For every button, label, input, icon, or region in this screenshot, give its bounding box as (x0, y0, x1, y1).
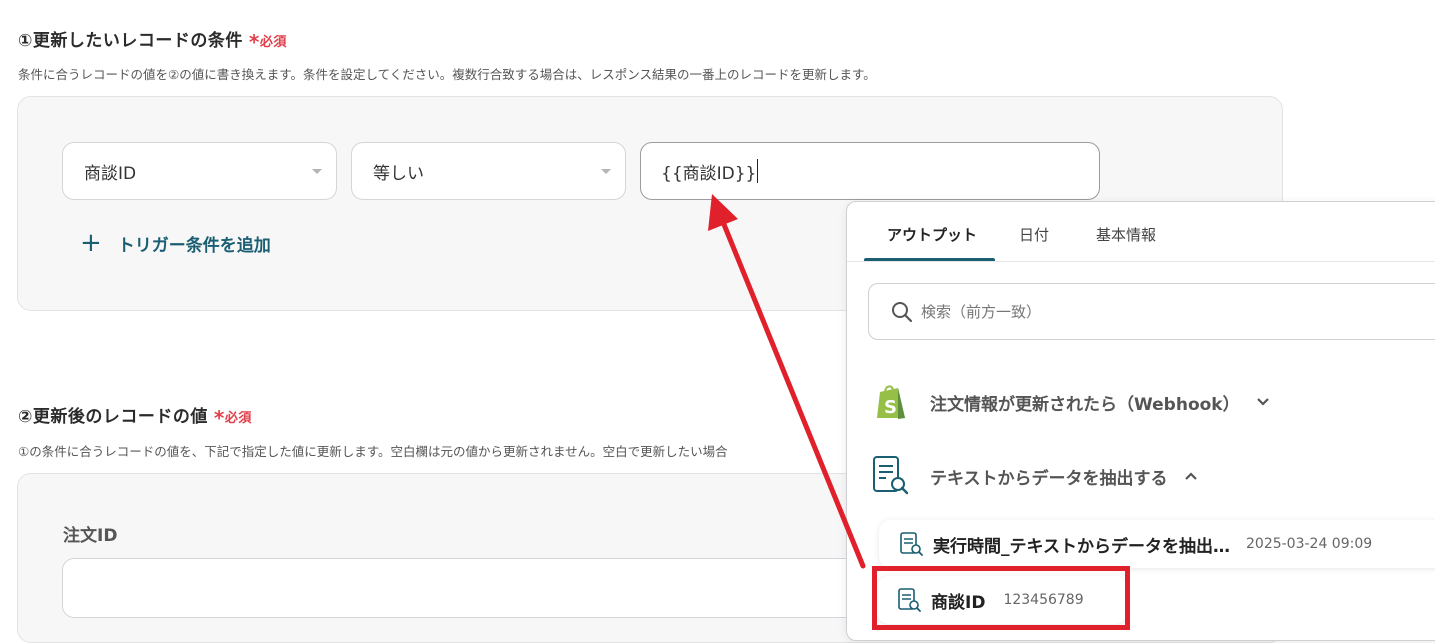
annotation-arrow (708, 194, 866, 569)
